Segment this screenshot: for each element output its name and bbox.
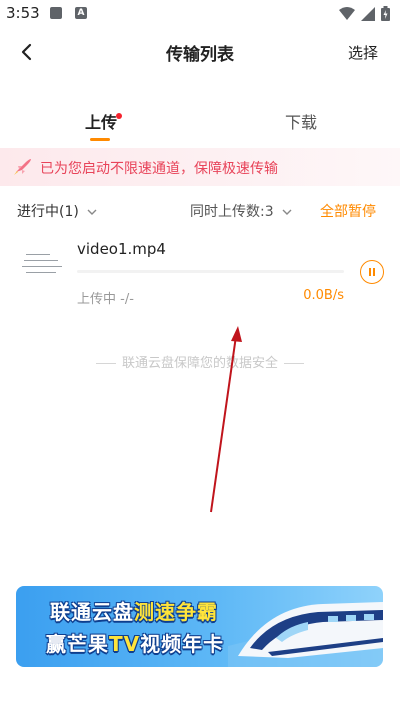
promo-line-1: 联通云盘测速争霸: [50, 600, 218, 624]
promo-banner[interactable]: 联通云盘测速争霸 赢芒果TV视频年卡: [16, 586, 383, 667]
promo-line-2: 赢芒果TV视频年卡: [46, 632, 225, 656]
transfer-list-screen: 3:53 A 传输列表 选择 上传 下载 已为您启动不限速通道，保障极速传输 进…: [0, 0, 400, 711]
train-illustration: [228, 602, 383, 667]
